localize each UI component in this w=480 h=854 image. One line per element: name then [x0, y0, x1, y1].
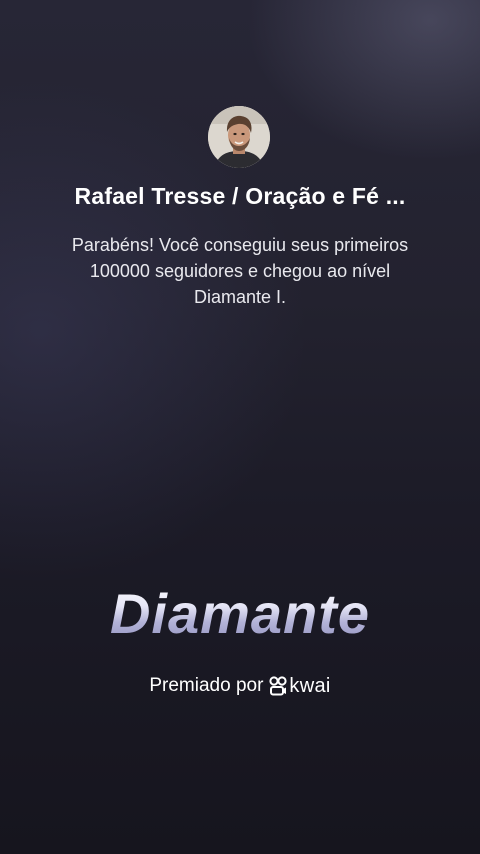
profile-name: Rafael Tresse / Oração e Fé ...	[74, 183, 406, 209]
awarded-by-label: Premiado por	[149, 675, 264, 696]
achievement-message: Parabéns! Você conseguiu seus primeiros …	[71, 235, 409, 307]
avatar[interactable]	[208, 106, 270, 168]
kwai-logo-icon	[269, 676, 288, 696]
awarded-by: Premiado por kwai	[0, 672, 480, 700]
brand-name: kwai	[289, 675, 331, 697]
level-title: Diamante	[0, 580, 480, 648]
